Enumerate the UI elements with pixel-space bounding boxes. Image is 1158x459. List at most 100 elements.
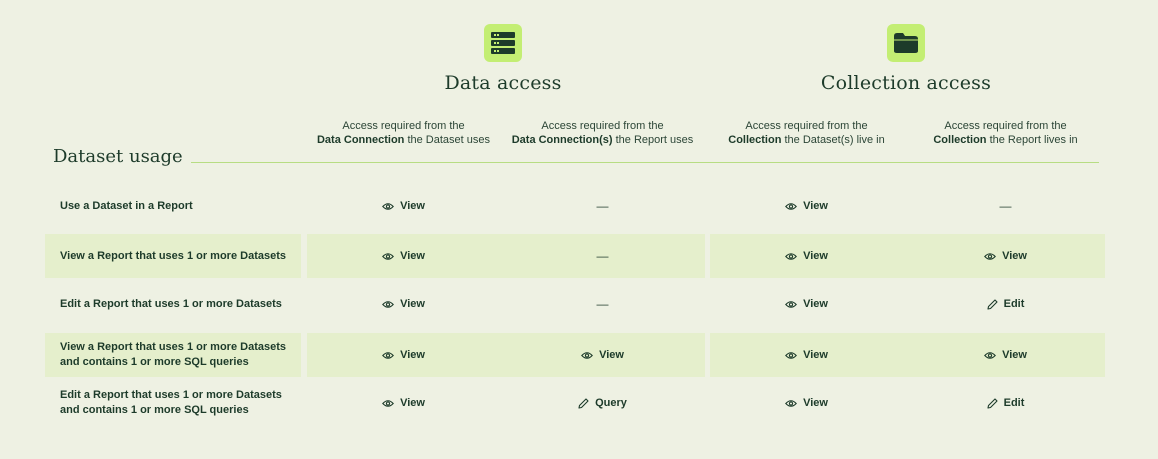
section-divider — [191, 162, 1099, 163]
eye-icon — [581, 351, 594, 360]
permission-cell: View — [304, 333, 503, 377]
column-header-line: Access required from the — [541, 120, 664, 132]
collection-access-title: Collection access — [820, 72, 992, 94]
permission-label: Edit — [1003, 298, 1025, 310]
pencil-icon — [987, 298, 998, 310]
permission-label: View — [400, 397, 425, 409]
row-label-line: Use a Dataset in a Report — [60, 199, 193, 212]
permission-label: View — [1002, 349, 1027, 361]
permission-cell: View — [707, 184, 906, 228]
permission-cell: View — [906, 234, 1105, 278]
eye-icon — [382, 351, 395, 360]
permission-label: View — [400, 349, 425, 361]
permission-cell: Edit — [906, 282, 1105, 326]
row-label: Edit a Report that uses 1 or more Datase… — [60, 282, 300, 326]
column-header-2: Access required from the Data Connection(… — [503, 119, 702, 147]
permission-label: View — [803, 397, 828, 409]
table-row: View a Report that uses 1 or more Datase… — [45, 234, 1105, 278]
permission-label: Edit — [1003, 397, 1025, 409]
eye-icon — [382, 300, 395, 309]
permission-cell: View — [906, 333, 1105, 377]
no-access-dash: — — [596, 297, 609, 311]
permission-cell: — — [503, 282, 702, 326]
table-row: Edit a Report that uses 1 or more Datase… — [45, 381, 1105, 425]
permission-cell: — — [503, 234, 702, 278]
section-title: Dataset usage — [53, 146, 183, 167]
eye-icon — [984, 351, 997, 360]
permission-label: View — [803, 349, 828, 361]
permission-cell: View — [707, 234, 906, 278]
table-row: Edit a Report that uses 1 or more Datase… — [45, 282, 1105, 326]
permission-label: View — [400, 298, 425, 310]
eye-icon — [785, 202, 798, 211]
eye-icon — [382, 202, 395, 211]
permission-cell: View — [304, 381, 503, 425]
permission-cell: View — [707, 282, 906, 326]
permission-cell: View — [304, 234, 503, 278]
pencil-icon — [578, 397, 589, 409]
row-label-line: and contains 1 or more SQL queries — [60, 356, 249, 368]
permission-label: View — [803, 298, 828, 310]
server-icon — [484, 24, 522, 62]
column-header-rest: the Dataset uses — [404, 134, 490, 146]
eye-icon — [984, 252, 997, 261]
column-header-3: Access required from the Collection the D… — [707, 119, 906, 147]
permission-label: View — [1002, 250, 1027, 262]
column-header-line: Collection the Report lives in — [906, 133, 1105, 147]
column-header-emphasis: Data Connection(s) — [511, 134, 613, 146]
collection-access-header: Collection access — [707, 24, 1105, 94]
permission-cell: View — [503, 333, 702, 377]
row-label-line: View a Report that uses 1 or more Datase… — [60, 249, 286, 262]
row-label: View a Report that uses 1 or more Datase… — [60, 234, 300, 278]
permission-cell: Query — [503, 381, 702, 425]
column-header-line: Data Connection(s) the Report uses — [503, 133, 702, 147]
row-label-line: and contains 1 or more SQL queries — [60, 404, 249, 416]
column-header-4: Access required from the Collection the R… — [906, 119, 1105, 147]
permission-cell: View — [304, 282, 503, 326]
data-access-title: Data access — [444, 72, 562, 94]
column-header-line: Access required from the — [745, 120, 868, 132]
eye-icon — [382, 399, 395, 408]
column-header-emphasis: Collection — [933, 134, 987, 146]
column-header-rest: the Report uses — [612, 134, 694, 146]
column-header-line: Data Connection the Dataset uses — [304, 133, 503, 147]
eye-icon — [382, 252, 395, 261]
no-access-dash: — — [596, 199, 609, 213]
permission-cell: Edit — [906, 381, 1105, 425]
row-label-line: Edit a Report that uses 1 or more Datase… — [60, 297, 282, 310]
column-header-emphasis: Collection — [728, 134, 782, 146]
permission-cell: — — [906, 184, 1105, 228]
permission-label: View — [599, 349, 624, 361]
row-label: View a Report that uses 1 or more Datase… — [60, 333, 300, 377]
permission-label: View — [400, 250, 425, 262]
table-row: View a Report that uses 1 or more Datase… — [45, 333, 1105, 377]
column-header-line: Access required from the — [944, 120, 1067, 132]
pencil-icon — [987, 397, 998, 409]
permission-cell: View — [707, 381, 906, 425]
eye-icon — [785, 300, 798, 309]
row-label-line: Edit a Report that uses 1 or more Datase… — [60, 389, 282, 401]
eye-icon — [785, 399, 798, 408]
no-access-dash: — — [999, 199, 1012, 213]
data-access-header: Data access — [304, 24, 702, 94]
permission-label: Query — [595, 397, 627, 409]
column-header-line: Access required from the — [342, 120, 465, 132]
row-label: Edit a Report that uses 1 or more Datase… — [60, 381, 300, 425]
permission-label: View — [803, 200, 828, 212]
permission-label: View — [400, 200, 425, 212]
column-header-emphasis: Data Connection — [316, 134, 405, 146]
column-header-line: Collection the Dataset(s) live in — [707, 133, 906, 147]
permission-label: View — [803, 250, 828, 262]
row-label-line: View a Report that uses 1 or more Datase… — [60, 341, 286, 353]
column-header-1: Access required from the Data Connection … — [304, 119, 503, 147]
eye-icon — [785, 351, 798, 360]
permission-cell: View — [304, 184, 503, 228]
eye-icon — [785, 252, 798, 261]
permission-cell: — — [503, 184, 702, 228]
folder-icon — [887, 24, 925, 62]
column-header-rest: the Report lives in — [986, 134, 1078, 146]
row-label: Use a Dataset in a Report — [60, 184, 300, 228]
no-access-dash: — — [596, 249, 609, 263]
table-row: Use a Dataset in a Report View — View — — [45, 184, 1105, 228]
column-header-rest: the Dataset(s) live in — [781, 134, 885, 146]
